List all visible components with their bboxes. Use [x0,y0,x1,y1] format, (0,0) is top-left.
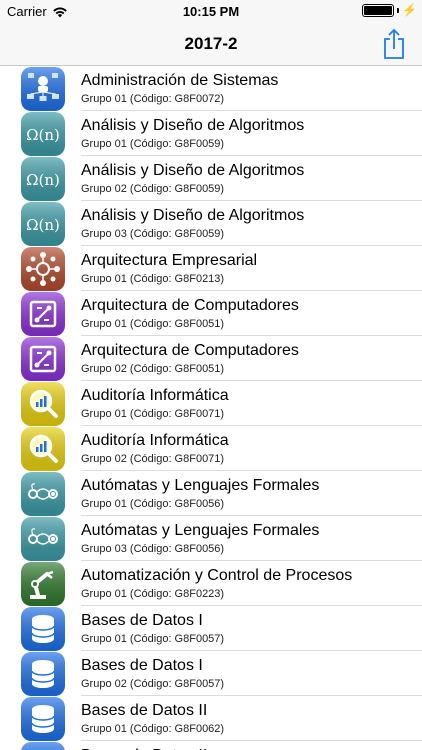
magnifier-chart-icon [21,427,65,471]
enterprise-network-icon [21,247,65,291]
course-subtitle: Grupo 03 (Código: G8F0056) [81,543,225,555]
share-icon [384,28,404,59]
course-row[interactable]: Bases de Datos II [0,741,422,750]
course-subtitle: Grupo 01 (Código: G8F0059) [81,138,225,150]
chip-icon [21,337,65,381]
omega-n-icon: Ω(n) [21,157,65,201]
course-subtitle: Grupo 01 (Código: G8F0057) [81,633,225,645]
course-title: Análisis y Diseño de Algoritmos [81,207,305,224]
course-title: Arquitectura de Computadores [81,342,299,359]
course-title: Bases de Datos II [81,702,208,719]
course-title: Autómatas y Lenguajes Formales [81,522,320,539]
course-row[interactable]: Autómatas y Lenguajes Formales Grupo 03 (… [0,516,422,561]
chip-icon [21,292,65,336]
svg-text:Ω(n): Ω(n) [26,216,60,234]
magnifier-chart-icon [21,382,65,426]
course-title: Automatización y Control de Procesos [81,567,353,584]
database-icon [21,742,65,750]
charging-bolt-icon: ⚡ [402,3,417,17]
course-subtitle: Grupo 01 (Código: G8F0072) [81,93,225,105]
robot-arm-icon [21,562,65,606]
share-button[interactable] [380,28,408,60]
database-icon [21,607,65,651]
status-right: ⚡ [362,3,417,17]
omega-n-icon: Ω(n) [21,202,65,246]
course-subtitle: Grupo 01 (Código: G8F0071) [81,408,225,420]
course-subtitle: Grupo 03 (Código: G8F0059) [81,228,225,240]
course-title: Auditoría Informática [81,432,229,449]
network-admin-icon [21,67,65,111]
course-title: Bases de Datos I [81,612,203,629]
battery-level [364,5,393,15]
course-row[interactable]: Auditoría Informática Grupo 02 (Código: G… [0,426,422,471]
course-title: Bases de Datos I [81,657,203,674]
course-row[interactable]: Bases de Datos II Grupo 01 (Código: G8F00… [0,696,422,741]
svg-text:Ω(n): Ω(n) [26,171,60,189]
course-row[interactable]: Autómatas y Lenguajes Formales Grupo 01 (… [0,471,422,516]
course-row[interactable]: Arquitectura Empresarial Grupo 01 (Código… [0,246,422,291]
course-row[interactable]: Ω(n) Análisis y Diseño de Algoritmos Grupo… [0,201,422,246]
svg-text:Ω(n): Ω(n) [26,126,60,144]
status-bar: Carrier 10:15 PM ⚡ [0,0,422,22]
course-row[interactable]: Ω(n) Análisis y Diseño de Algoritmos Grupo… [0,156,422,201]
course-title: Autómatas y Lenguajes Formales [81,477,320,494]
course-subtitle: Grupo 01 (Código: G8F0213) [81,273,225,285]
omega-n-icon: Ω(n) [21,112,65,156]
course-title: Auditoría Informática [81,387,229,404]
automaton-icon [21,517,65,561]
course-subtitle: Grupo 01 (Código: G8F0062) [81,723,225,735]
course-row[interactable]: Ω(n) Análisis y Diseño de Algoritmos Grupo… [0,111,422,156]
course-subtitle: Grupo 02 (Código: G8F0059) [81,183,225,195]
navigation-bar: 2017-2 [0,22,422,66]
course-subtitle: Grupo 01 (Código: G8F0056) [81,498,225,510]
course-row[interactable]: Administración de Sistemas Grupo 01 (Códi… [0,66,422,111]
course-row[interactable]: Arquitectura de Computadores Grupo 01 (Có… [0,291,422,336]
course-list[interactable]: Administración de Sistemas Grupo 01 (Códi… [0,66,422,750]
course-row[interactable]: Bases de Datos I Grupo 01 (Código: G8F005… [0,606,422,651]
battery-cap [397,7,400,13]
course-title: Arquitectura Empresarial [81,252,258,269]
battery-icon [362,3,395,17]
course-subtitle: Grupo 02 (Código: G8F0057) [81,678,225,690]
course-subtitle: Grupo 02 (Código: G8F0051) [81,363,225,375]
database-icon [21,697,65,741]
course-row[interactable]: Auditoría Informática Grupo 01 (Código: G… [0,381,422,426]
course-subtitle: Grupo 02 (Código: G8F0071) [81,453,225,465]
course-subtitle: Grupo 01 (Código: G8F0223) [81,588,225,600]
course-row[interactable]: Bases de Datos I Grupo 02 (Código: G8F005… [0,651,422,696]
course-subtitle: Grupo 01 (Código: G8F0051) [81,318,225,330]
course-title: Administración de Sistemas [81,72,279,89]
automaton-icon [21,472,65,516]
database-icon [21,652,65,696]
course-row[interactable]: Arquitectura de Computadores Grupo 02 (Có… [0,336,422,381]
course-title: Análisis y Diseño de Algoritmos [81,117,305,134]
status-time: 10:15 PM [182,4,240,19]
course-title: Análisis y Diseño de Algoritmos [81,162,305,179]
page-title: 2017-2 [184,34,238,53]
course-title: Arquitectura de Computadores [81,297,299,314]
course-row[interactable]: Automatización y Control de Procesos Grup… [0,561,422,606]
